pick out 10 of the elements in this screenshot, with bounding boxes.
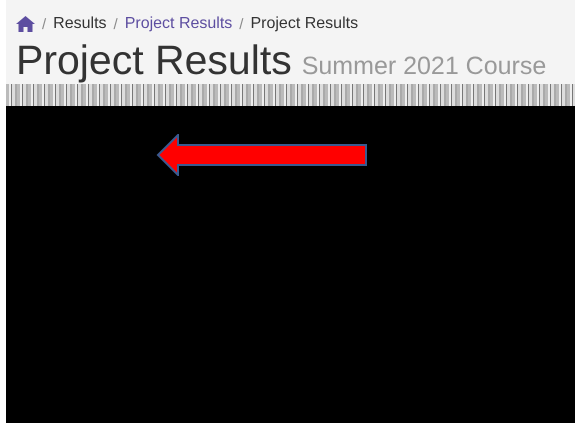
breadcrumb-current: Project Results [250, 15, 358, 33]
arrow-icon [156, 134, 368, 176]
page-subtitle: Summer 2021 Course [302, 52, 546, 81]
breadcrumb-separator: / [42, 16, 46, 32]
breadcrumb-separator: / [114, 16, 118, 32]
breadcrumb-separator: / [239, 16, 244, 32]
breadcrumb-item[interactable]: Results [53, 15, 107, 33]
breadcrumb-link[interactable]: Project Results [124, 15, 232, 33]
page-title: Project Results [16, 37, 292, 84]
home-icon[interactable] [16, 16, 35, 32]
